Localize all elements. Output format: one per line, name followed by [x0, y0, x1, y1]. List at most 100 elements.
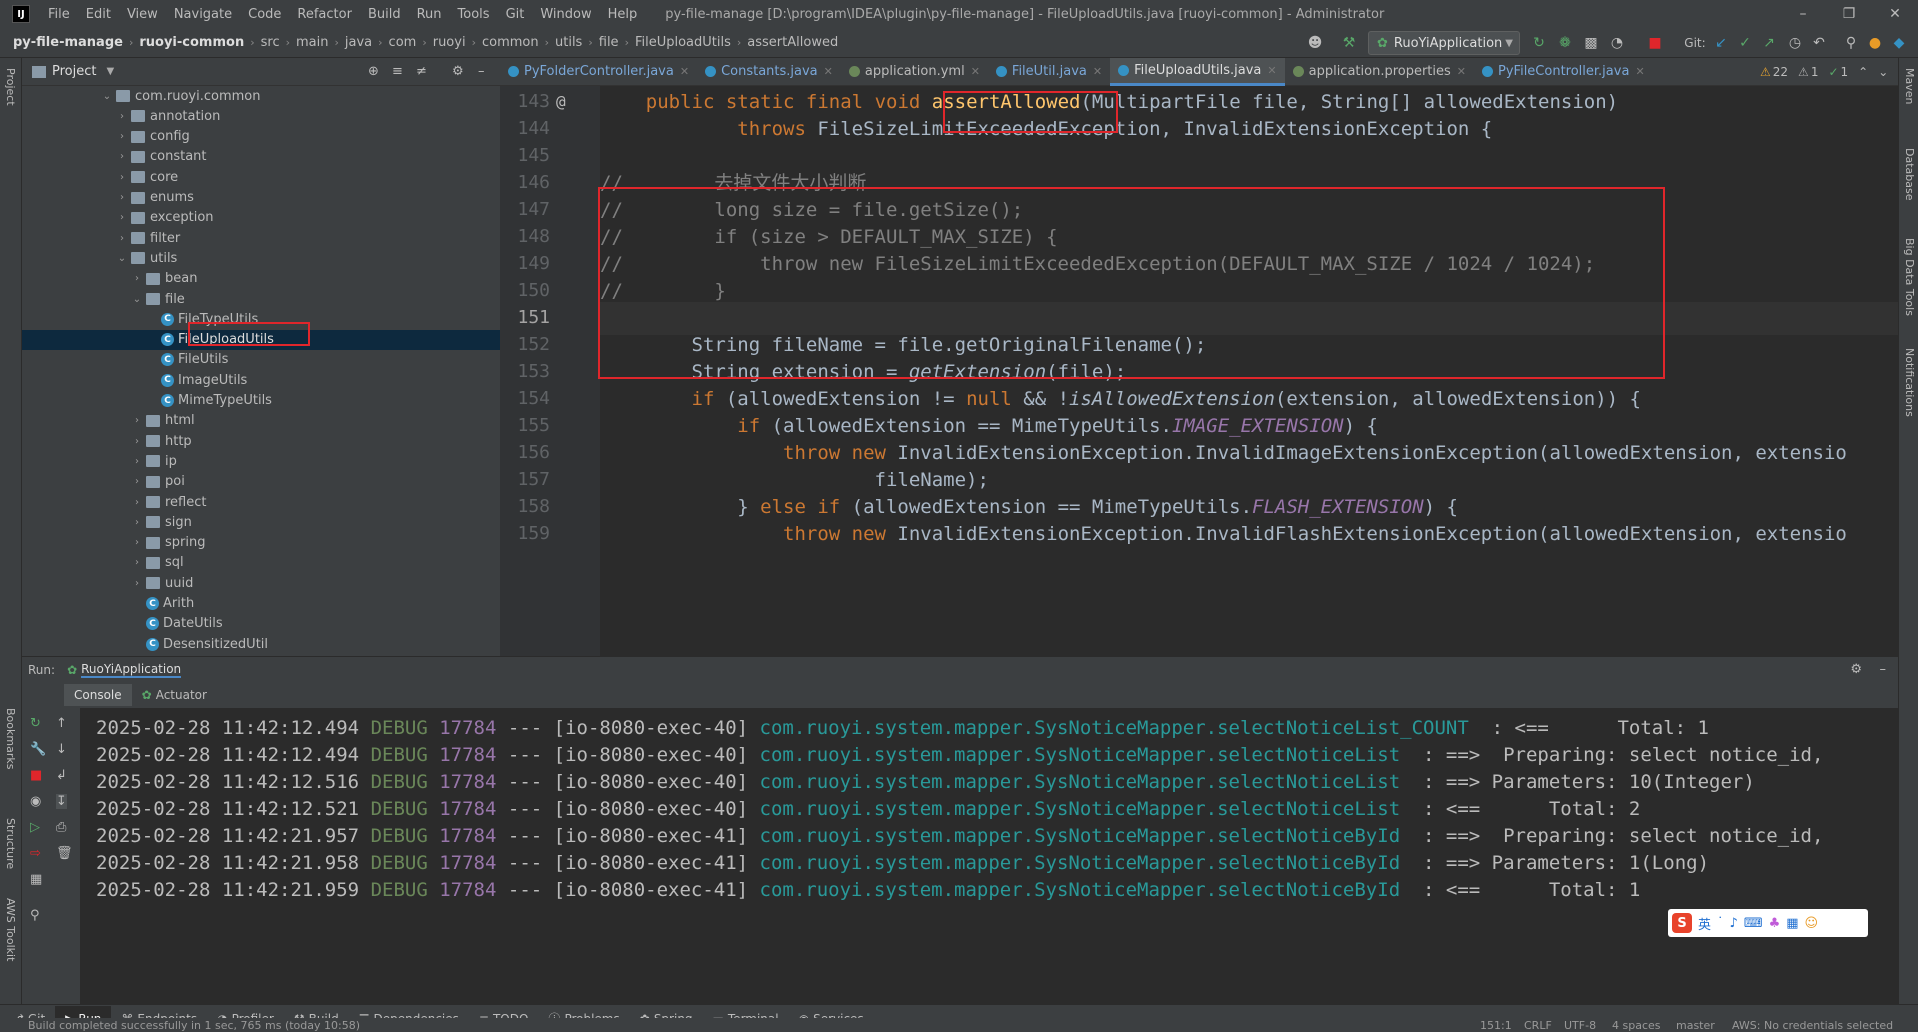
chevron-down-icon[interactable]: ⌄ [100, 91, 114, 102]
editor-tab[interactable]: FileUtil.java ✕ [988, 58, 1110, 86]
menu-refactor[interactable]: Refactor [289, 7, 360, 22]
emoji-icon[interactable]: ☺ [1805, 916, 1819, 931]
chevron-right-icon[interactable]: › [130, 476, 144, 487]
tree-item[interactable]: › enums [22, 188, 500, 208]
stop-icon[interactable]: ■ [30, 768, 42, 783]
chevron-right-icon[interactable]: › [130, 273, 144, 284]
tree-item[interactable]: ⌄ com.ruoyi.common [22, 86, 500, 106]
tree-item[interactable]: › constant [22, 147, 500, 167]
tree-item[interactable]: › sign [22, 512, 500, 532]
tree-item[interactable]: C FileUtils [22, 350, 500, 370]
close-tab-icon[interactable]: ✕ [971, 65, 980, 78]
resume-icon[interactable]: ▷ [30, 820, 40, 835]
file-encoding[interactable]: UTF-8 [1564, 1019, 1596, 1032]
tree-item[interactable]: C ImageUtils [22, 370, 500, 390]
chevron-right-icon[interactable]: › [130, 497, 144, 508]
collapse-all-icon[interactable]: ≠ [416, 64, 427, 79]
chevron-right-icon[interactable]: › [130, 456, 144, 467]
git-commit-icon[interactable]: ✓ [1736, 34, 1754, 52]
stop-icon[interactable]: ■ [1646, 34, 1664, 52]
menu-code[interactable]: Code [240, 7, 289, 22]
tree-item[interactable]: › spring [22, 533, 500, 553]
user-icon[interactable]: ☻ [1306, 34, 1324, 52]
tree-item[interactable]: › reflect [22, 492, 500, 512]
scroll-to-end-icon[interactable]: ↧ [56, 794, 67, 809]
editor-tab[interactable]: PyFileController.java ✕ [1474, 58, 1653, 86]
minimize-button[interactable]: – [1780, 0, 1826, 28]
hide-panel-icon[interactable]: – [478, 64, 485, 79]
expand-all-icon[interactable]: ≡ [392, 64, 403, 79]
editor-tab[interactable]: application.properties ✕ [1285, 58, 1474, 86]
close-tab-icon[interactable]: ✕ [1635, 65, 1644, 78]
breadcrumb-item[interactable]: ruoyi-common [136, 35, 247, 50]
chevron-up-icon[interactable]: ⌃ [1858, 65, 1868, 79]
close-tab-icon[interactable]: ✕ [1457, 65, 1466, 78]
tree-item[interactable]: › annotation [22, 106, 500, 126]
exit-icon[interactable]: ⇨ [30, 846, 41, 861]
tree-item[interactable]: › bean [22, 269, 500, 289]
camera-icon[interactable]: ◉ [30, 794, 41, 809]
print-icon[interactable]: ⎙ [56, 820, 66, 835]
rerun-icon[interactable]: ↻ [1530, 34, 1548, 52]
punctuation-icon[interactable]: ˙ [1717, 916, 1724, 931]
chevron-right-icon[interactable]: › [115, 111, 129, 122]
bookmarks-tool-button[interactable]: Bookmarks [4, 708, 17, 769]
chevron-down-icon[interactable]: ⌄ [130, 294, 144, 305]
project-panel-title[interactable]: Project [52, 64, 96, 79]
tree-item[interactable]: › ip [22, 451, 500, 471]
breadcrumb-item[interactable]: com [386, 35, 420, 50]
chevron-right-icon[interactable]: › [115, 172, 129, 183]
chevron-down-icon[interactable]: ⌄ [115, 253, 129, 264]
database-tool-button[interactable]: Database [1903, 148, 1916, 201]
menu-navigate[interactable]: Navigate [166, 7, 240, 22]
breadcrumb-item[interactable]: ruoyi [430, 35, 469, 50]
close-tab-icon[interactable]: ✕ [680, 65, 689, 78]
git-push-icon[interactable]: ↗ [1760, 34, 1778, 52]
chevron-right-icon[interactable]: › [130, 415, 144, 426]
console-tab[interactable]: Console [64, 684, 132, 706]
caret-position[interactable]: 151:1 [1480, 1019, 1512, 1032]
breadcrumb-item[interactable]: main [293, 35, 331, 50]
close-tab-icon[interactable]: ✕ [1267, 64, 1276, 77]
tree-item[interactable]: › poi [22, 472, 500, 492]
editor-tab[interactable]: application.yml ✕ [841, 58, 988, 86]
scroll-down-icon[interactable]: ↓ [56, 742, 67, 757]
git-branch[interactable]: master [1676, 1019, 1715, 1032]
menu-git[interactable]: Git [498, 7, 533, 22]
tree-item[interactable]: › core [22, 167, 500, 187]
structure-tool-button[interactable]: Structure [4, 818, 17, 869]
coverage-icon[interactable]: ▩ [1582, 34, 1600, 52]
editor-tab[interactable]: FileUploadUtils.java ✕ [1110, 57, 1285, 86]
close-tab-icon[interactable]: ✕ [824, 65, 833, 78]
tree-item[interactable]: › config [22, 127, 500, 147]
scroll-up-icon[interactable]: ↑ [56, 716, 67, 731]
run-config-tab[interactable]: RuoYiApplication [81, 662, 182, 678]
breadcrumb-item[interactable]: java [342, 35, 375, 50]
keyboard-icon[interactable]: ⌨ [1744, 916, 1763, 931]
indent-setting[interactable]: 4 spaces [1612, 1019, 1661, 1032]
chevron-right-icon[interactable]: › [115, 131, 129, 142]
tree-item[interactable]: › uuid [22, 573, 500, 593]
breadcrumb-item[interactable]: utils [552, 35, 585, 50]
menu-window[interactable]: Window [532, 7, 599, 22]
rerun-icon[interactable]: ↻ [30, 716, 41, 731]
toolbox-icon[interactable]: ▦ [1786, 916, 1798, 931]
aws-toolkit-tool-button[interactable]: AWS Toolkit [4, 898, 17, 961]
tree-item[interactable]: ⌄ utils [22, 248, 500, 268]
project-tool-button[interactable]: Project [4, 68, 17, 106]
chevron-right-icon[interactable]: › [130, 578, 144, 589]
console-output[interactable]: 2025-02-28 11:42:12.494 DEBUG 17784 --- … [80, 708, 1898, 1004]
line-separator[interactable]: CRLF [1524, 1019, 1552, 1032]
breadcrumb-item[interactable]: src [258, 35, 283, 50]
plugin-icon[interactable]: ◆ [1890, 34, 1908, 52]
trash-icon[interactable]: 🗑 [56, 846, 73, 861]
git-update-icon[interactable]: ↙ [1712, 34, 1730, 52]
actuator-tab[interactable]: Actuator [156, 688, 207, 702]
soft-wrap-icon[interactable]: ↲ [56, 768, 67, 783]
menu-edit[interactable]: Edit [78, 7, 119, 22]
chevron-right-icon[interactable]: › [115, 192, 129, 203]
tree-item[interactable]: ⌄ file [22, 289, 500, 309]
maven-tool-button[interactable]: Maven [1903, 68, 1916, 104]
tree-item[interactable]: › html [22, 411, 500, 431]
ime-toolbar[interactable]: S 英 ˙ ♪ ⌨ ♣ ▦ ☺ [1668, 909, 1868, 937]
